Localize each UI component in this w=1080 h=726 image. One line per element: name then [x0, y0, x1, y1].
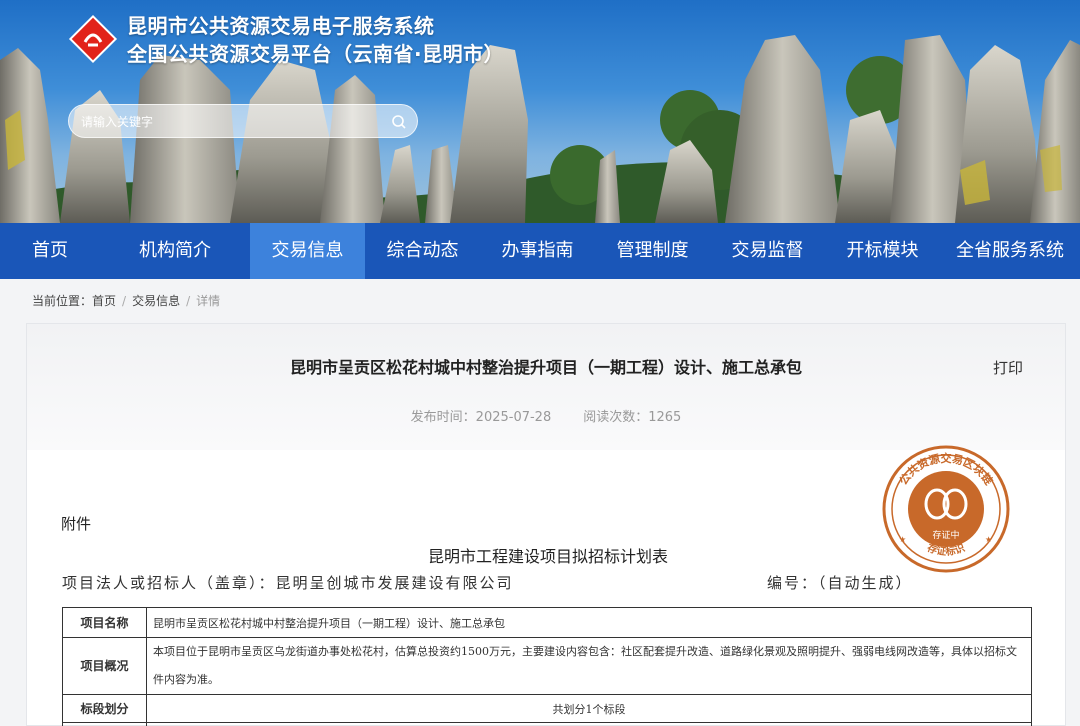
search-icon[interactable]: [389, 112, 409, 132]
bid-plan-table: 项目名称 昆明市呈贡区松花村城中村整治提升项目（一期工程）设计、施工总承包 项目…: [62, 607, 1032, 726]
article-meta: 发布时间：2025-07-28 阅读次数：1265: [27, 406, 1065, 425]
table-row: 项目名称 昆明市呈贡区松花村城中村整治提升项目（一期工程）设计、施工总承包: [62, 607, 1032, 638]
row-label: 项目名称: [62, 607, 147, 638]
site-logo-icon: [68, 14, 118, 64]
nav-item-supervision[interactable]: 交易监督: [710, 223, 825, 279]
breadcrumb-current: 详情: [196, 294, 221, 308]
main-nav: 首页 机构简介 交易信息 综合动态 办事指南 管理制度 交易监督 开标模块 全省…: [0, 223, 1080, 279]
article-title: 昆明市呈贡区松花村城中村整治提升项目（一期工程）设计、施工总承包: [289, 358, 802, 377]
row-label: [62, 722, 147, 726]
table-row: [62, 722, 1032, 726]
row-label: 项目概况: [62, 637, 147, 695]
row-label: 标段划分: [62, 694, 147, 723]
nav-item-province-system[interactable]: 全省服务系统: [940, 223, 1080, 279]
breadcrumb-trading-info[interactable]: 交易信息: [132, 294, 180, 308]
table-row: 项目概况 本项目位于昆明市呈贡区乌龙街道办事处松花村，估算总投资约1500万元，…: [62, 637, 1032, 695]
nav-item-about[interactable]: 机构简介: [100, 223, 250, 279]
row-value: 昆明市呈贡区松花村城中村整治提升项目（一期工程）设计、施工总承包: [146, 607, 1032, 638]
seal-middle-text: 存证中: [932, 529, 959, 541]
view-count: 阅读次数：1265: [583, 410, 682, 425]
print-button[interactable]: 打印: [993, 357, 1023, 378]
nav-item-home[interactable]: 首页: [0, 223, 100, 279]
site-title-line2: 全国公共资源交易平台（云南省·昆明市）: [127, 42, 505, 66]
applicant-line: 项目法人或招标人（盖章）：昆明呈创城市发展建设有限公司: [62, 574, 514, 592]
attachment-label: 附件: [61, 515, 92, 533]
search-box: [68, 104, 418, 138]
publish-time: 发布时间：2025-07-28: [410, 410, 552, 425]
document-title: 昆明市工程建设项目拟招标计划表: [427, 547, 668, 566]
breadcrumb-prefix: 当前位置：: [32, 294, 93, 308]
site-title-line1: 昆明市公共资源交易电子服务系统: [127, 14, 435, 38]
breadcrumb-home[interactable]: 首页: [92, 294, 116, 308]
nav-item-regulations[interactable]: 管理制度: [595, 223, 710, 279]
table-row: 标段划分 共划分1个标段: [62, 694, 1032, 723]
nav-item-news[interactable]: 综合动态: [365, 223, 480, 279]
site-title: 昆明市公共资源交易电子服务系统 全国公共资源交易平台（云南省·昆明市）: [127, 12, 504, 68]
row-value: 本项目位于昆明市呈贡区乌龙街道办事处松花村，估算总投资约1500万元，主要建设内…: [146, 637, 1032, 695]
search-input[interactable]: [81, 111, 381, 133]
nav-item-bid-opening[interactable]: 开标模块: [825, 223, 940, 279]
nav-item-guide[interactable]: 办事指南: [480, 223, 595, 279]
article-card: 昆明市呈贡区松花村城中村整治提升项目（一期工程）设计、施工总承包 打印 发布时间…: [26, 323, 1066, 726]
row-value: 共划分1个标段: [146, 694, 1032, 723]
header-banner: 昆明市公共资源交易电子服务系统 全国公共资源交易平台（云南省·昆明市）: [0, 0, 1080, 223]
breadcrumb: 当前位置：首页 / 交易信息 / 详情: [32, 294, 221, 308]
nav-item-trading-info[interactable]: 交易信息: [250, 223, 365, 279]
serial-number: 编号：（自动生成）: [767, 574, 913, 592]
article-header: 昆明市呈贡区松花村城中村整治提升项目（一期工程）设计、施工总承包 打印 发布时间…: [27, 324, 1065, 450]
row-value: [146, 722, 1032, 726]
